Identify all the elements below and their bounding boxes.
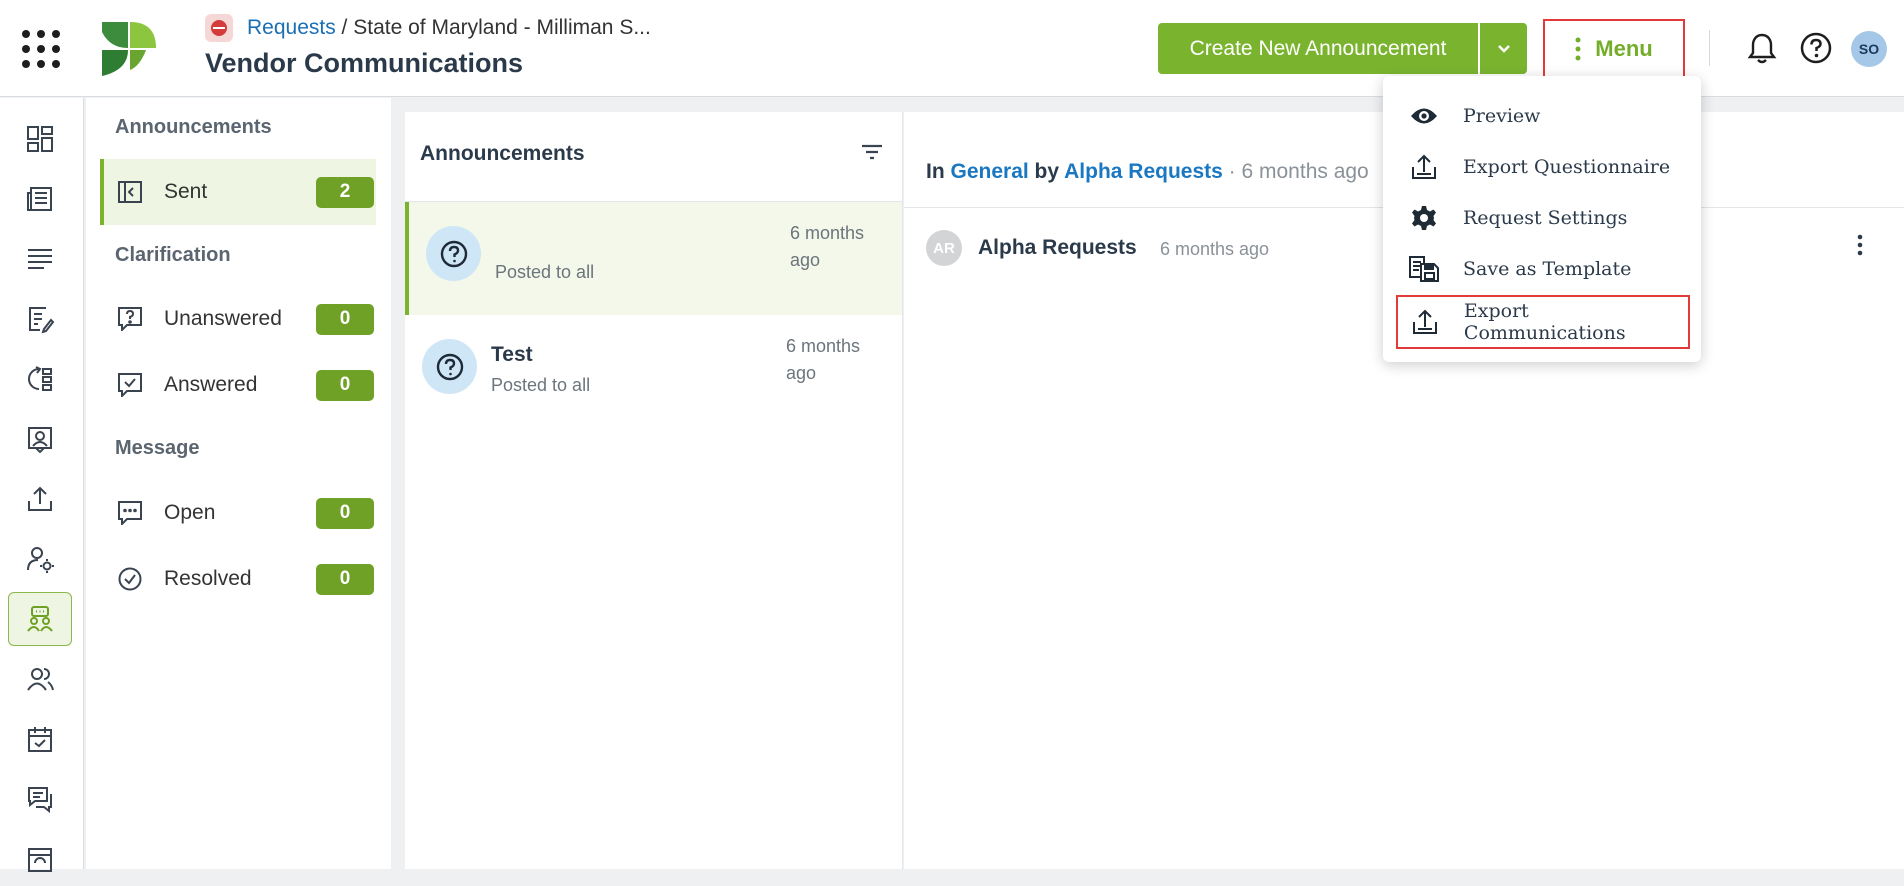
menu-item-export-questionnaire[interactable]: Export Questionnaire xyxy=(1396,142,1690,192)
icon-rail xyxy=(0,98,84,872)
subnav-item-label: Answered xyxy=(164,373,258,396)
breadcrumb-separator: / xyxy=(335,16,354,39)
announcement-title: Test xyxy=(491,343,533,366)
communications-subnav: Announcements Sent 2 Clarification Unans… xyxy=(86,98,391,869)
workflow-icon[interactable] xyxy=(8,352,72,406)
menu-button[interactable]: Menu xyxy=(1543,19,1685,78)
request-icon xyxy=(205,14,233,42)
brand-logo[interactable] xyxy=(100,20,158,78)
chat-icon[interactable] xyxy=(8,772,72,826)
question-icon xyxy=(422,339,477,394)
menu-dropdown: Preview Export Questionnaire Request Set… xyxy=(1383,76,1701,362)
breadcrumb-requests-link[interactable]: Requests xyxy=(247,16,336,39)
menu-item-save-as-template[interactable]: Save as Template xyxy=(1396,244,1690,294)
announcement-audience: Posted to all xyxy=(495,262,595,282)
list-icon[interactable] xyxy=(8,232,72,286)
menu-button-label: Menu xyxy=(1595,35,1653,61)
vendor-communications-icon[interactable] xyxy=(8,592,72,646)
announcement-audience: Posted to all xyxy=(491,375,591,395)
eye-icon xyxy=(1409,106,1439,126)
section-title-announcements: Announcements xyxy=(115,116,272,138)
meta-prefix: In xyxy=(926,160,951,183)
newspaper-icon[interactable] xyxy=(8,172,72,226)
answered-icon xyxy=(118,373,148,397)
page-title: Vendor Communications xyxy=(205,48,524,78)
post-time: 6 months ago xyxy=(1160,239,1270,259)
create-dropdown-button[interactable] xyxy=(1480,23,1527,74)
kebab-icon xyxy=(1575,37,1581,60)
export-icon xyxy=(1411,308,1440,336)
subnav-item-unanswered[interactable]: Unanswered 0 xyxy=(100,286,376,352)
menu-item-preview[interactable]: Preview xyxy=(1396,91,1690,141)
menu-item-label: Request Settings xyxy=(1463,207,1628,229)
category-link[interactable]: General xyxy=(951,160,1029,183)
subnav-item-label: Unanswered xyxy=(164,307,282,330)
subnav-item-answered[interactable]: Answered 0 xyxy=(100,352,376,418)
announcement-list-item[interactable]: Posted to all 6 months ago xyxy=(405,202,902,315)
section-title-message: Message xyxy=(115,437,200,459)
filter-icon[interactable] xyxy=(860,140,884,164)
menu-item-label: Save as Template xyxy=(1463,258,1632,280)
user-settings-icon[interactable] xyxy=(8,532,72,586)
announcement-time: 6 months ago xyxy=(786,336,861,383)
menu-item-request-settings[interactable]: Request Settings xyxy=(1396,193,1690,243)
announcement-list-panel: Announcements Posted to all 6 months ago… xyxy=(405,112,903,869)
subnav-item-label: Sent xyxy=(164,180,208,203)
upload-icon[interactable] xyxy=(8,472,72,526)
meta-by: by xyxy=(1028,160,1065,183)
user-avatar[interactable]: SO xyxy=(1851,31,1887,67)
gear-icon xyxy=(1409,205,1439,231)
edit-document-icon[interactable] xyxy=(8,292,72,346)
subnav-item-sent[interactable]: Sent 2 xyxy=(100,159,376,225)
open-message-icon xyxy=(118,501,148,525)
count-badge: 2 xyxy=(316,176,374,208)
count-badge: 0 xyxy=(316,303,374,335)
help-icon[interactable] xyxy=(1800,32,1832,64)
subnav-item-label: Resolved xyxy=(164,567,252,590)
calendar-icon[interactable] xyxy=(8,712,72,766)
header-divider xyxy=(1709,30,1710,66)
chevron-down-icon xyxy=(1497,44,1510,53)
meta-time: · 6 months ago xyxy=(1222,160,1369,183)
archive-icon[interactable] xyxy=(8,832,72,886)
contact-card-icon[interactable] xyxy=(8,412,72,466)
create-announcement-button[interactable]: Create New Announcement xyxy=(1158,23,1478,74)
question-icon xyxy=(426,226,481,281)
save-template-icon xyxy=(1409,256,1439,282)
post-author: Alpha Requests xyxy=(978,236,1137,259)
count-badge: 0 xyxy=(316,369,374,401)
menu-item-label: Preview xyxy=(1463,105,1541,127)
subnav-item-open[interactable]: Open 0 xyxy=(100,480,376,546)
announcement-time: 6 months ago xyxy=(790,223,865,270)
menu-item-export-communications[interactable]: Export Communications xyxy=(1396,295,1690,349)
dashboard-icon[interactable] xyxy=(8,112,72,166)
bell-icon[interactable] xyxy=(1747,32,1777,64)
author-link[interactable]: Alpha Requests xyxy=(1064,160,1223,183)
more-options-icon[interactable] xyxy=(1857,234,1863,256)
list-title: Announcements xyxy=(420,142,585,165)
section-title-clarification: Clarification xyxy=(115,244,231,266)
breadcrumb: Requests / State of Maryland - Milliman … xyxy=(247,16,651,40)
resolved-icon xyxy=(118,567,148,591)
announcement-meta: In General by Alpha Requests · 6 months … xyxy=(926,160,1369,184)
subnav-item-resolved[interactable]: Resolved 0 xyxy=(100,546,376,612)
author-avatar: AR xyxy=(926,230,962,266)
menu-item-label: Export Questionnaire xyxy=(1463,156,1671,178)
export-icon xyxy=(1409,153,1439,181)
announcement-list-item[interactable]: Test Posted to all 6 months ago xyxy=(405,315,902,428)
count-badge: 0 xyxy=(316,497,374,529)
users-icon[interactable] xyxy=(8,652,72,706)
menu-item-label: Export Communications xyxy=(1463,300,1626,344)
app-launcher-icon[interactable] xyxy=(16,24,64,72)
breadcrumb-current: State of Maryland - Milliman S... xyxy=(353,16,651,39)
subnav-item-label: Open xyxy=(164,501,216,524)
sent-icon xyxy=(118,181,148,203)
count-badge: 0 xyxy=(316,563,374,595)
unanswered-icon xyxy=(118,307,148,331)
